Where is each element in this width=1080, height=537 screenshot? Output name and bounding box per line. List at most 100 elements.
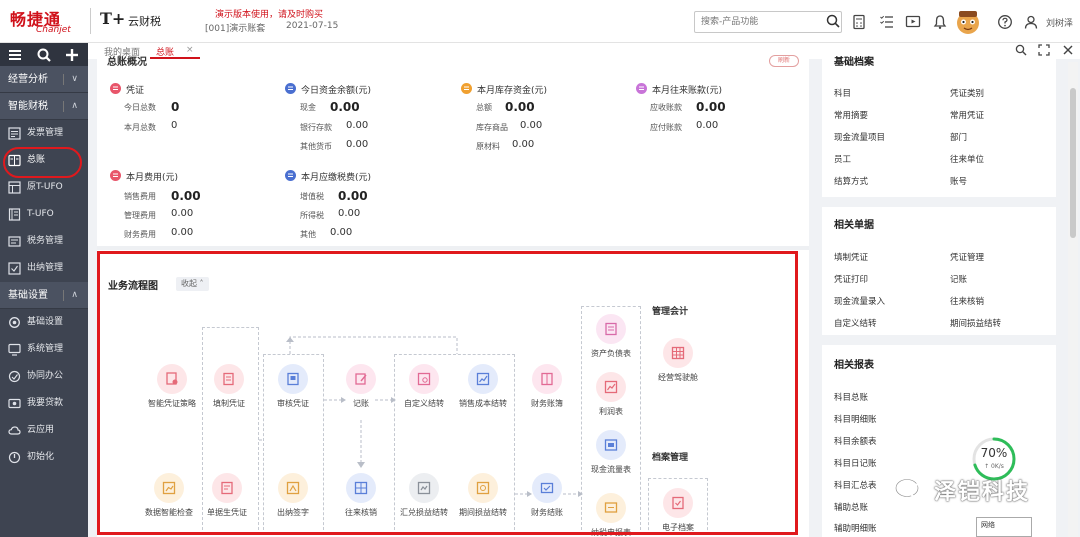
- tab-search-icon[interactable]: [1015, 44, 1027, 56]
- kv-value[interactable]: 0.00: [338, 208, 360, 219]
- user-icon[interactable]: [1023, 14, 1039, 30]
- link-write-off[interactable]: 往来核销: [950, 295, 984, 307]
- refresh-button[interactable]: 刷新: [769, 55, 799, 67]
- kv-value[interactable]: 0: [171, 100, 179, 114]
- card-title: 本月费用(元): [126, 173, 179, 183]
- kv-label: 销售费用: [124, 192, 156, 201]
- sidebar-item-loan[interactable]: 我要贷款: [0, 390, 88, 417]
- link-post[interactable]: 记账: [950, 273, 967, 285]
- menu-toggle-icon[interactable]: [7, 47, 23, 63]
- link-department[interactable]: 部门: [950, 131, 967, 143]
- sidebar-group-business-analysis[interactable]: 经营分析 ∨: [0, 66, 88, 93]
- section-divider: [97, 246, 809, 250]
- kv-value[interactable]: 0.00: [330, 227, 352, 238]
- task-list-icon[interactable]: [879, 14, 895, 30]
- card-title: 凭证: [126, 86, 145, 96]
- sidebar-item-initialize[interactable]: 初始化: [0, 444, 88, 471]
- notification-bell-icon[interactable]: [932, 14, 948, 30]
- link-account[interactable]: 科目: [834, 87, 851, 99]
- related-reports-title: 相关报表: [834, 360, 874, 371]
- brand-logo[interactable]: 畅捷通 Chanjet: [10, 6, 71, 35]
- highlight-annotation-box: [97, 251, 798, 535]
- network-badge[interactable]: 网络: [976, 517, 1032, 537]
- sidebar-item-invoice[interactable]: 发票管理: [0, 120, 88, 147]
- kv-value[interactable]: 0.00: [346, 120, 368, 131]
- sidebar-item-t-ufo[interactable]: T-UFO: [0, 201, 88, 228]
- kv-value[interactable]: 0.00: [338, 189, 368, 203]
- demo-warning[interactable]: 演示版本使用，请及时购买: [215, 7, 323, 20]
- kv-value[interactable]: 0.00: [171, 189, 201, 203]
- link-summary-report[interactable]: 科目汇总表: [834, 479, 877, 491]
- link-period-pl-transfer[interactable]: 期间损益结转: [950, 317, 1001, 329]
- link-cash-flow-item[interactable]: 现金流量项目: [834, 131, 885, 143]
- kv-value[interactable]: 0.00: [171, 227, 193, 238]
- overview-title: 总账概况: [107, 57, 147, 68]
- help-icon[interactable]: [997, 14, 1013, 30]
- link-voucher-type[interactable]: 凭证类别: [950, 87, 984, 99]
- sidebar-item-basic-settings[interactable]: 基础设置: [0, 309, 88, 336]
- fund-icon: [285, 83, 296, 94]
- right-scrollbar-thumb[interactable]: [1070, 88, 1076, 238]
- kv-value[interactable]: 0.00: [696, 120, 718, 131]
- kv-value[interactable]: 0.00: [346, 139, 368, 150]
- link-aux-detail[interactable]: 辅助明细账: [834, 522, 877, 534]
- tab-close-all-icon[interactable]: [1062, 44, 1074, 56]
- video-play-icon[interactable]: [905, 14, 921, 30]
- sidebar-item-label: 出纳管理: [27, 263, 64, 273]
- fullscreen-icon[interactable]: [1038, 44, 1050, 56]
- sidebar-item-label: 基础设置: [27, 317, 64, 327]
- link-balance-report[interactable]: 科目余额表: [834, 435, 877, 447]
- kv-value[interactable]: 0.00: [512, 139, 534, 150]
- link-common-voucher[interactable]: 常用凭证: [950, 109, 984, 121]
- add-icon[interactable]: [64, 47, 80, 63]
- sidebar-item-system[interactable]: 系统管理: [0, 336, 88, 363]
- link-custom-transfer[interactable]: 自定义结转: [834, 317, 877, 329]
- link-partner[interactable]: 往来单位: [950, 153, 984, 165]
- sidebar-search-icon[interactable]: [36, 47, 52, 63]
- kv-label: 管理费用: [124, 211, 156, 220]
- link-cash-flow-entry[interactable]: 现金流量录入: [834, 295, 885, 307]
- username[interactable]: 刘树泽: [1046, 16, 1073, 29]
- mascot-avatar-icon[interactable]: [954, 8, 982, 36]
- link-voucher-print[interactable]: 凭证打印: [834, 273, 868, 285]
- link-settlement-method[interactable]: 结算方式: [834, 175, 868, 187]
- link-detail-ledger[interactable]: 科目明细账: [834, 413, 877, 425]
- account-date[interactable]: 2021-07-15: [286, 21, 338, 31]
- related-reports-panel: 相关报表 科目总账 科目明细账 科目余额表 科目日记账 科目汇总表 辅助总账 辅…: [822, 345, 1056, 537]
- kv-label: 应付账款: [650, 123, 682, 132]
- sidebar-item-cloud-apps[interactable]: 云应用: [0, 417, 88, 444]
- chevron-down-icon: ∨: [71, 74, 78, 84]
- link-employee[interactable]: 员工: [834, 153, 851, 165]
- search-input[interactable]: [694, 11, 842, 33]
- link-bank-account[interactable]: 账号: [950, 175, 967, 187]
- sidebar-group-smart-finance[interactable]: 智能财税 ∧: [0, 93, 88, 120]
- kv-value[interactable]: 0.00: [171, 208, 193, 219]
- kv-value[interactable]: 0.00: [505, 100, 535, 114]
- kv-value[interactable]: 0.00: [696, 100, 726, 114]
- sidebar-toolbar: [0, 43, 88, 66]
- calculator-icon[interactable]: [851, 14, 867, 30]
- account-code[interactable]: [001]演示账套: [205, 21, 265, 34]
- sidebar-item-tax[interactable]: 税务管理: [0, 228, 88, 255]
- link-aux-ledger[interactable]: 辅助总账: [834, 501, 868, 513]
- link-journal[interactable]: 科目日记账: [834, 457, 877, 469]
- sidebar-item-label: 原T-UFO: [27, 182, 63, 192]
- sidebar-item-collaboration[interactable]: 协同办公: [0, 363, 88, 390]
- kv-value[interactable]: 0.00: [520, 120, 542, 131]
- sidebar-group-basic-settings[interactable]: 基础设置 ∧: [0, 282, 88, 309]
- link-voucher-management[interactable]: 凭证管理: [950, 251, 984, 263]
- link-general-ledger-report[interactable]: 科目总账: [834, 391, 868, 403]
- sidebar-item-label: 发票管理: [27, 128, 64, 138]
- related-documents-title: 相关单据: [834, 220, 874, 231]
- sidebar-item-label: 云应用: [27, 425, 55, 435]
- sidebar-item-legacy-t-ufo[interactable]: 原T-UFO: [0, 174, 88, 201]
- kv-value[interactable]: 0.00: [330, 100, 360, 114]
- search-icon[interactable]: [826, 14, 840, 28]
- close-icon[interactable]: ×: [186, 45, 194, 55]
- group-divider: [63, 290, 64, 301]
- link-fill-voucher[interactable]: 填制凭证: [834, 251, 868, 263]
- sidebar-item-cashier[interactable]: 出纳管理: [0, 255, 88, 282]
- link-common-summary[interactable]: 常用摘要: [834, 109, 868, 121]
- kv-value[interactable]: 0: [171, 120, 177, 131]
- related-documents-panel: 相关单据 填制凭证 凭证管理 凭证打印 记账 现金流量录入 往来核销 自定义结转…: [822, 207, 1056, 335]
